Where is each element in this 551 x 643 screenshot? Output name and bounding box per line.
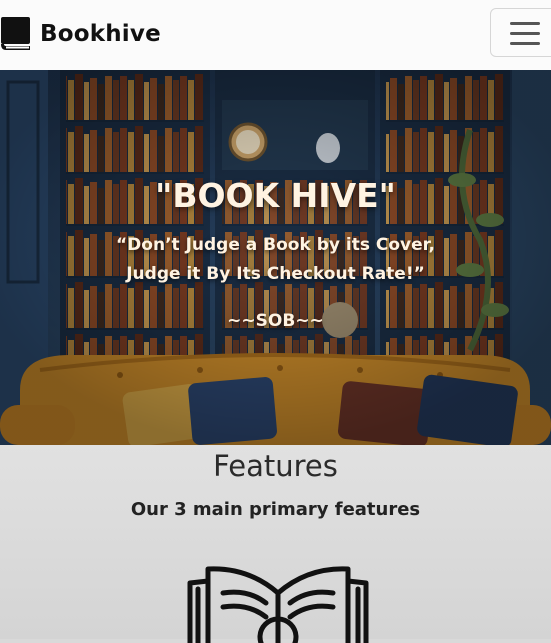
hero-banner: "BOOK HIVE" “Don’t Judge a Book by its C… — [0, 70, 551, 445]
brand-name: Bookhive — [40, 21, 161, 47]
brand-link[interactable]: Bookhive — [0, 16, 161, 52]
hamburger-menu-icon — [510, 32, 540, 35]
hero-signature: ~~SOB~~ — [227, 311, 324, 331]
hamburger-menu-icon — [510, 42, 540, 45]
features-subheading: Our 3 main primary features — [130, 499, 421, 520]
features-section: Features Our 3 main primary features — [0, 445, 551, 643]
hero-title: "BOOK HIVE" — [155, 176, 396, 215]
hero-quote: “Don’t Judge a Book by its Cover, Judge … — [116, 235, 435, 284]
navbar: Bookhive — [0, 0, 551, 70]
book-icon — [1, 17, 30, 50]
features-heading: Features — [213, 449, 338, 483]
open-book-icon — [187, 566, 369, 643]
hamburger-menu-icon — [510, 22, 540, 25]
navbar-toggler-button[interactable] — [490, 8, 551, 57]
